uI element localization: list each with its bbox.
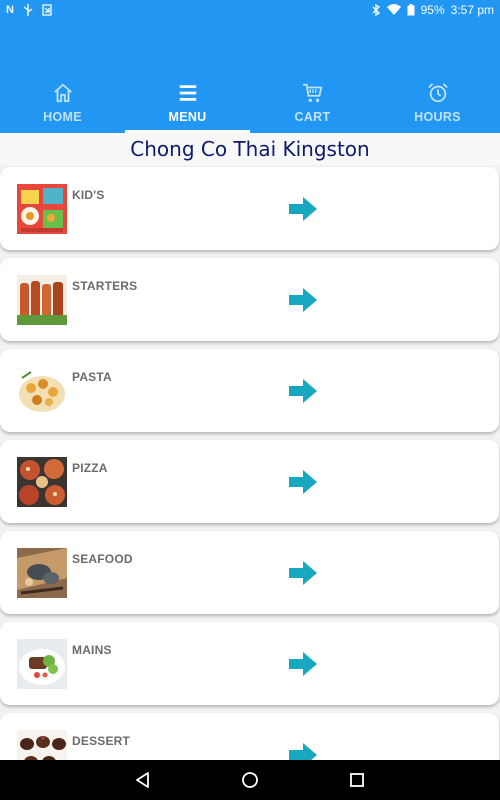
bluetooth-icon	[372, 4, 380, 16]
arrow-right-icon[interactable]	[289, 470, 317, 494]
category-label: MAINS	[72, 643, 112, 657]
app-header: HOME MENU CART HOURS	[0, 20, 500, 133]
status-left: N	[6, 4, 52, 16]
tab-bar: HOME MENU CART HOURS	[0, 78, 500, 133]
menu-icon	[179, 85, 196, 101]
steak-salad-photo	[17, 639, 67, 689]
category-label: KID'S	[72, 188, 105, 202]
skewers-photo	[17, 275, 67, 325]
menu-category-list: KID'S STARTERS PASTA PIZZA SEAFOOD MAINS…	[0, 166, 500, 760]
category-label: PASTA	[72, 370, 112, 384]
battery-icon	[407, 4, 415, 16]
recents-icon[interactable]	[348, 771, 366, 789]
pizza-photo	[17, 457, 67, 507]
category-card-mains[interactable]: MAINS	[0, 622, 499, 705]
arrow-right-icon[interactable]	[289, 652, 317, 676]
tab-menu-label: MENU	[168, 110, 207, 124]
category-card-pasta[interactable]: PASTA	[0, 349, 499, 432]
pasta-photo	[17, 366, 67, 416]
home-circle-icon[interactable]	[241, 771, 259, 789]
tab-home-label: HOME	[43, 110, 82, 124]
category-label: STARTERS	[72, 279, 138, 293]
restaurant-title: Chong Co Thai Kingston	[0, 133, 500, 165]
arrow-right-icon[interactable]	[289, 743, 317, 760]
wifi-icon	[386, 4, 401, 15]
battery-level: 95%	[420, 3, 445, 17]
chocolate-dessert-photo	[17, 730, 67, 760]
seafood-photo	[17, 548, 67, 598]
tab-menu[interactable]: MENU	[125, 78, 250, 133]
alarm-clock-icon	[427, 83, 448, 103]
tab-cart-label: CART	[294, 110, 331, 124]
tab-hours-label: HOURS	[414, 110, 461, 124]
category-label: SEAFOOD	[72, 552, 133, 566]
status-bar: N 95% 3:57 pm	[0, 0, 500, 20]
home-icon	[53, 83, 72, 103]
tab-cart[interactable]: CART	[250, 78, 375, 133]
tab-home[interactable]: HOME	[0, 78, 125, 133]
arrow-right-icon[interactable]	[289, 288, 317, 312]
arrow-right-icon[interactable]	[289, 379, 317, 403]
kids-meal-photo	[17, 184, 67, 234]
category-label: DESSERT	[72, 734, 131, 748]
tab-hours[interactable]: HOURS	[375, 78, 500, 133]
clock: 3:57 pm	[450, 3, 494, 17]
status-right: 95% 3:57 pm	[372, 3, 494, 17]
download-icon	[42, 4, 52, 16]
back-icon[interactable]	[134, 771, 152, 789]
category-card-pizza[interactable]: PIZZA	[0, 440, 499, 523]
category-label: PIZZA	[72, 461, 108, 475]
category-card-dessert[interactable]: DESSERT	[0, 713, 499, 760]
category-card-kids[interactable]: KID'S	[0, 167, 499, 250]
usb-icon	[23, 4, 33, 16]
system-nav-bar	[0, 760, 500, 800]
arrow-right-icon[interactable]	[289, 197, 317, 221]
cart-icon	[302, 83, 322, 102]
category-card-seafood[interactable]: SEAFOOD	[0, 531, 499, 614]
n-icon: N	[6, 3, 14, 16]
category-card-starters[interactable]: STARTERS	[0, 258, 499, 341]
arrow-right-icon[interactable]	[289, 561, 317, 585]
